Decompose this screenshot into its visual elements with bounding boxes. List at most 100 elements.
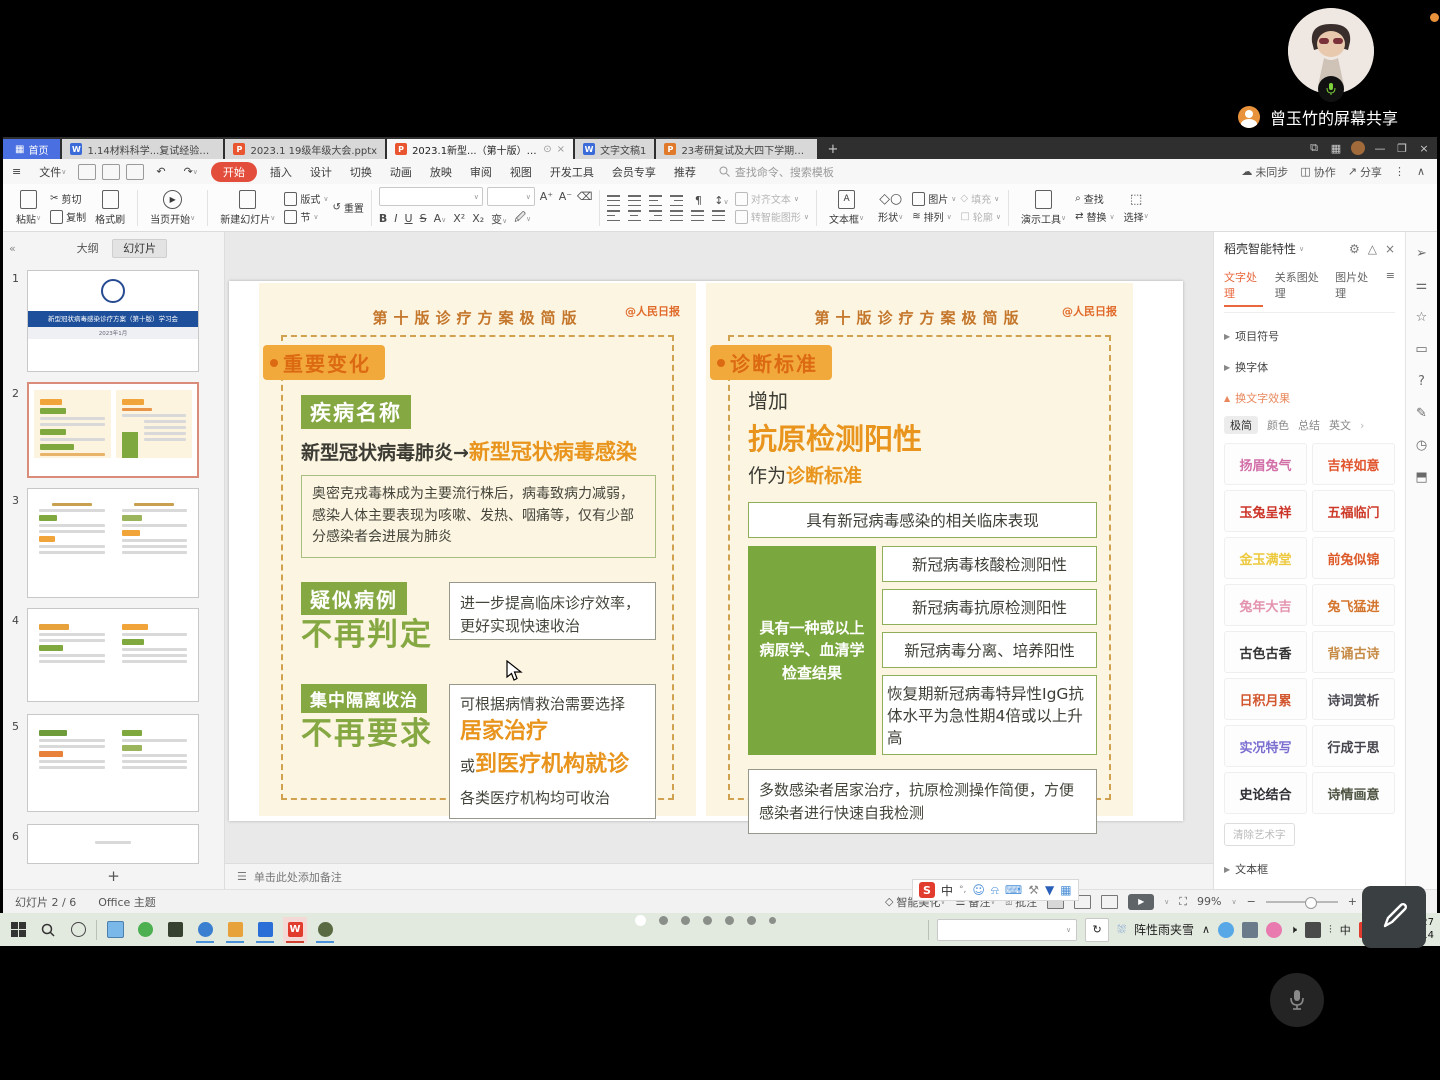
slide-thumbnail-1[interactable]: 新型冠状病毒感染诊疗方案（第十版）学习会 2023年1月	[27, 270, 199, 372]
sogou-logo-icon[interactable]: S	[919, 882, 935, 898]
increase-font-icon[interactable]: A⁺	[539, 190, 554, 203]
tray-monitor-icon[interactable]	[1242, 922, 1258, 938]
paste-button[interactable]: 粘贴∨	[11, 190, 46, 226]
share-button[interactable]: ↗分享	[1348, 164, 1382, 180]
taskbar-app-mail[interactable]	[253, 917, 277, 943]
collapse-panel-icon[interactable]: «	[9, 242, 16, 255]
theme-name[interactable]: Office 主题	[76, 894, 156, 910]
subtab-summary[interactable]: 总结	[1298, 417, 1320, 433]
line-spacing-icon[interactable]: ↕∨	[714, 194, 729, 207]
refresh-circle-icon[interactable]: ↻	[1085, 918, 1109, 942]
menu-design[interactable]: 设计	[301, 159, 341, 184]
docer-tab-diagram[interactable]: 关系图处理	[1275, 269, 1323, 307]
align-right-icon[interactable]	[649, 210, 662, 221]
slide-thumbnail-3[interactable]	[27, 488, 199, 598]
add-slide-button[interactable]: +	[3, 866, 224, 886]
close-panel-icon[interactable]: ×	[1385, 242, 1395, 256]
slide-thumbnail-2-selected[interactable]	[27, 382, 199, 478]
pager-dot[interactable]	[681, 916, 690, 925]
cortana-icon[interactable]	[66, 917, 90, 943]
zoom-level[interactable]: 99%	[1197, 895, 1221, 908]
art-text-item[interactable]: 史论结合	[1224, 772, 1307, 814]
tray-network-icon[interactable]: ⫶	[1329, 923, 1332, 937]
slideshow-play-button[interactable]: ▶	[1128, 894, 1154, 910]
voice-mic-icon[interactable]: ⍾	[991, 883, 999, 898]
settings-gear-icon[interactable]: ⚙	[1349, 242, 1360, 256]
redo-icon[interactable]: ↷∨	[175, 159, 207, 184]
art-text-item[interactable]: 兔年大吉	[1224, 584, 1307, 626]
distribute-icon[interactable]	[691, 210, 704, 221]
more-icon[interactable]: ⋮	[1394, 165, 1405, 178]
undo-icon[interactable]: ↶	[147, 159, 174, 184]
art-text-item[interactable]: 五福临门	[1312, 490, 1395, 532]
tray-volume-icon[interactable]: 🕨	[1290, 923, 1297, 937]
format-painter-button[interactable]: 格式刷	[90, 190, 130, 226]
tray-qq-icon[interactable]	[1218, 922, 1234, 938]
zoom-slider-knob[interactable]	[1305, 897, 1317, 909]
taskbar-search-icon[interactable]	[36, 917, 60, 943]
pager-dot[interactable]	[725, 916, 734, 925]
pager-dot-active[interactable]	[635, 915, 646, 926]
toolbox-icon[interactable]: ⚒	[1028, 883, 1039, 897]
menu-review[interactable]: 审阅	[461, 159, 501, 184]
present-tools-button[interactable]: 演示工具∨	[1016, 190, 1071, 226]
font-family-select[interactable]: ∨	[379, 187, 483, 206]
font-size-select[interactable]: ∨	[487, 187, 535, 206]
tray-media-icon[interactable]	[1266, 922, 1282, 938]
tab-doc-3-active[interactable]: P 2023.1新型...（第十版）学习会 ⊙ ×	[387, 139, 573, 159]
split-view-icon[interactable]: ⧉	[1307, 141, 1321, 155]
pager-dot[interactable]	[747, 916, 756, 925]
font-color-button[interactable]: A∨	[434, 212, 447, 225]
menu-recommend[interactable]: 推荐	[665, 159, 705, 184]
emoji-icon[interactable]: ☺	[972, 883, 985, 897]
collapse-ribbon-icon[interactable]: ∧	[1417, 165, 1425, 178]
menu-start-active[interactable]: 开始	[211, 162, 257, 182]
menu-slideshow[interactable]: 放映	[421, 159, 461, 184]
taskbar-search-box[interactable]: ∨	[937, 919, 1077, 941]
strikethrough-button[interactable]: S	[420, 212, 427, 225]
tab-list-icon[interactable]: ▦	[1329, 142, 1343, 155]
soft-keyboard-icon[interactable]: ⌨	[1005, 883, 1022, 897]
preview-icon[interactable]	[126, 164, 144, 180]
art-text-item[interactable]: 诗情画意	[1312, 772, 1395, 814]
help-icon[interactable]: ?	[1418, 374, 1425, 389]
taskbar-app-green[interactable]	[133, 917, 157, 943]
ime-symbols-icon[interactable]: °,	[959, 885, 966, 895]
copy-button[interactable]: 复制	[50, 209, 86, 224]
slide-thumbnail-4[interactable]	[27, 608, 199, 702]
art-text-item[interactable]: 日积月累	[1224, 678, 1307, 720]
justify-icon[interactable]	[670, 210, 683, 221]
close-button[interactable]: ×	[1417, 142, 1431, 155]
underline-button[interactable]: U	[405, 212, 413, 225]
tab-doc-2[interactable]: P 2023.1 19级年级大会.pptx	[225, 139, 385, 159]
tab-slides[interactable]: 幻灯片	[112, 239, 167, 258]
art-text-item[interactable]: 吉祥如意	[1312, 443, 1395, 485]
menu-animation[interactable]: 动画	[381, 159, 421, 184]
menu-member[interactable]: 会员专享	[603, 159, 665, 184]
skin-icon[interactable]: ▼	[1045, 883, 1054, 897]
cut-button[interactable]: ✂剪切	[50, 191, 86, 206]
command-search[interactable]: 查找命令、搜索模板	[719, 164, 834, 180]
quick-share-icon[interactable]: ➢	[1416, 246, 1427, 261]
align-center-icon[interactable]	[628, 210, 641, 221]
section-text-effects[interactable]: ▲换文字效果	[1224, 390, 1395, 406]
increase-indent-icon[interactable]	[670, 195, 683, 206]
minimize-button[interactable]: —	[1373, 142, 1387, 155]
comment-panel-icon[interactable]: ▭	[1415, 342, 1427, 357]
signature-icon[interactable]: ✎	[1416, 406, 1427, 421]
tab-doc-1[interactable]: W 1.14材料科学...复试经验分享会	[62, 139, 223, 159]
menu-file[interactable]: 文件∨	[30, 159, 75, 184]
favorite-star-icon[interactable]: ☆	[1416, 310, 1428, 325]
section-button[interactable]: 节∨	[284, 209, 328, 224]
art-text-item[interactable]: 实况特写	[1224, 725, 1307, 767]
properties-slider-icon[interactable]: ⚌	[1416, 278, 1428, 293]
new-slide-button[interactable]: 新建幻灯片∨	[215, 190, 280, 226]
docer-tab-text[interactable]: 文字处理	[1224, 269, 1263, 307]
taskbar-app-wps-active[interactable]: W	[283, 917, 307, 943]
docer-tab-menu-icon[interactable]: ≡	[1386, 269, 1395, 307]
slide-thumbnail-5[interactable]	[27, 714, 199, 812]
taskbar-app-browser[interactable]	[193, 917, 217, 943]
fit-slide-icon[interactable]: ⛶	[1179, 895, 1187, 909]
start-from-page-button[interactable]: ▶ 当页开始∨	[145, 190, 200, 226]
bullets-icon[interactable]	[607, 195, 620, 206]
